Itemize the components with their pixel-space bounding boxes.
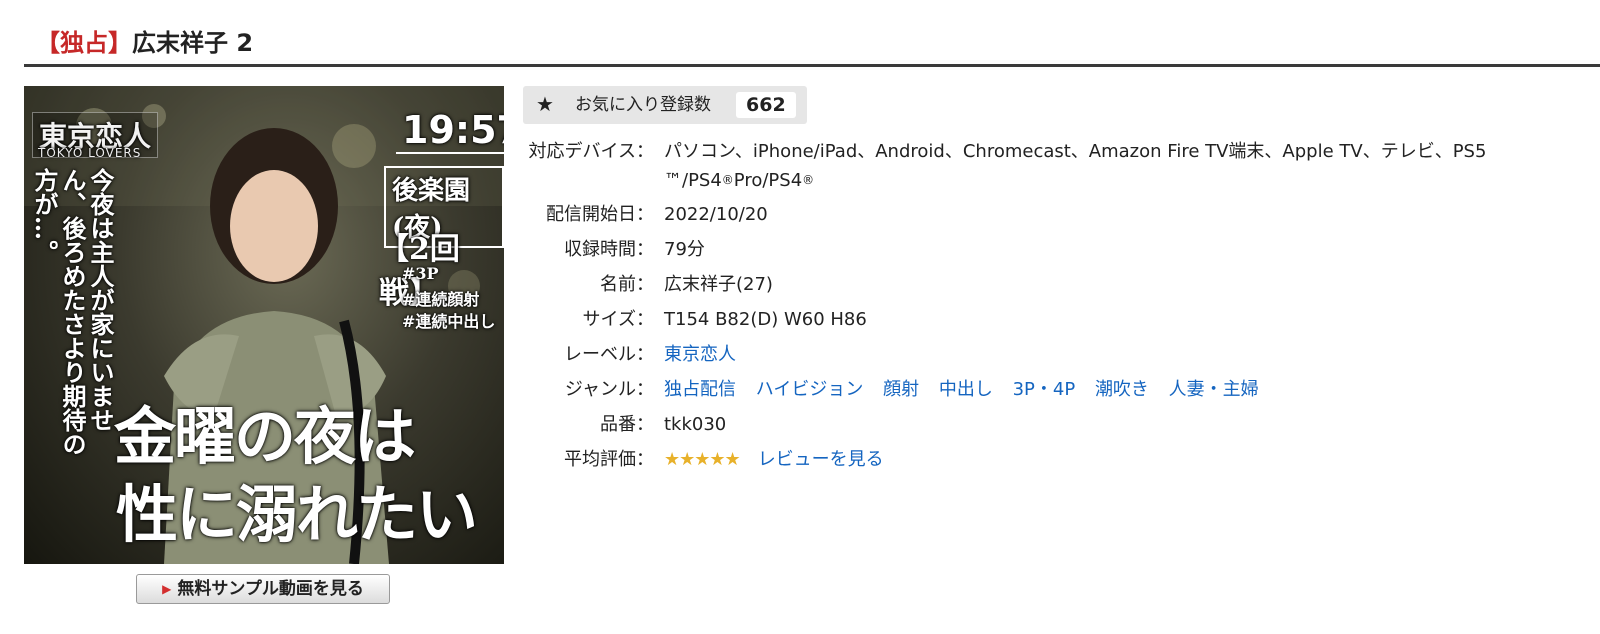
spec-value: ★★★★★ レビューを見る — [664, 446, 1584, 474]
rating-stars-icon: ★★★★★ — [664, 449, 741, 470]
genre-link[interactable]: 中出し — [939, 379, 993, 400]
spec-label: レーベル： — [564, 344, 654, 365]
genre-link[interactable]: ハイビジョン — [756, 379, 864, 400]
package-hashtag: #連続顔射 — [402, 290, 480, 309]
page-title: 【独占】広末祥子 2 — [36, 24, 253, 62]
package-image[interactable]: 東京恋人 TOKYO LOVERS 19:57 後楽園(夜) 【2回戦】 #3P… — [24, 86, 504, 564]
genre-link[interactable]: 顔射 — [883, 379, 919, 400]
package-hashtag: #連続中出し — [402, 312, 496, 331]
spec-value: 独占配信 ハイビジョン 顔射 中出し 3P・4P 潮吹き 人妻・主婦 — [664, 376, 1584, 404]
spec-label: 配信開始日： — [546, 204, 654, 225]
review-link[interactable]: レビューを見る — [758, 449, 884, 470]
free-sample-button[interactable]: ▶ 無料サンプル動画を見る — [136, 574, 390, 604]
label-link[interactable]: 東京恋人 — [664, 344, 736, 365]
spec-value: 2022/10/20 — [664, 204, 768, 225]
genre-link[interactable]: 人妻・主婦 — [1169, 379, 1259, 400]
spec-label: 品番： — [600, 414, 654, 435]
spec-label: 平均評価： — [564, 449, 654, 470]
spec-label: 対応デバイス： — [528, 141, 654, 162]
genre-link[interactable]: 潮吹き — [1095, 379, 1149, 400]
spec-value: パソコン、iPhone/iPad、Android、Chromecast、Amaz… — [664, 138, 1584, 195]
exclusive-tag: 【独占】 — [36, 29, 132, 57]
spec-value: tkk030 — [664, 414, 727, 435]
spec-value: 東京恋人 — [664, 341, 1584, 369]
figure-face — [230, 170, 318, 282]
star-icon: ★ — [536, 92, 554, 116]
package-hashtag: #3P — [402, 264, 439, 283]
registered-mark: ® — [721, 173, 734, 187]
free-sample-label: 無料サンプル動画を見る — [177, 579, 364, 599]
package-time: 19:57 — [396, 108, 504, 154]
spec-label: 収録時間： — [564, 239, 654, 260]
package-vertical-copy: 今夜は主人が家にいません、後ろめたさより期待の方が…。 — [30, 168, 115, 456]
devices-line-2a: ™/PS4 — [664, 170, 722, 191]
title-name: 広末祥子 2 — [132, 29, 254, 57]
spec-value: 広末祥子(27) — [664, 274, 773, 295]
play-triangle-icon: ▶ — [162, 582, 172, 596]
registered-mark: ® — [802, 173, 815, 187]
genre-link[interactable]: 独占配信 — [664, 379, 736, 400]
title-divider — [24, 64, 1600, 67]
favorites-box[interactable]: ★ お気に入り登録数 662 — [523, 86, 807, 124]
devices-line-1: パソコン、iPhone/iPad、Android、Chromecast、Amaz… — [664, 141, 1487, 162]
spec-value: 79分 — [664, 239, 705, 260]
package-brand-en: TOKYO LOVERS — [38, 146, 142, 160]
spec-value: T154 B82(D) W60 H86 — [664, 309, 867, 330]
favorites-count: 662 — [736, 92, 796, 118]
devices-line-2b: Pro/PS4 — [733, 170, 803, 191]
package-catch-line-1: 金曜の夜は — [114, 400, 416, 473]
spec-label: 名前： — [600, 274, 654, 295]
favorites-label: お気に入り登録数 — [575, 95, 711, 115]
spec-label: ジャンル： — [564, 379, 654, 400]
genre-link[interactable]: 3P・4P — [1013, 379, 1076, 400]
spec-label: サイズ： — [582, 309, 654, 330]
package-catch-line-2: 性に溺れたい — [116, 478, 478, 551]
